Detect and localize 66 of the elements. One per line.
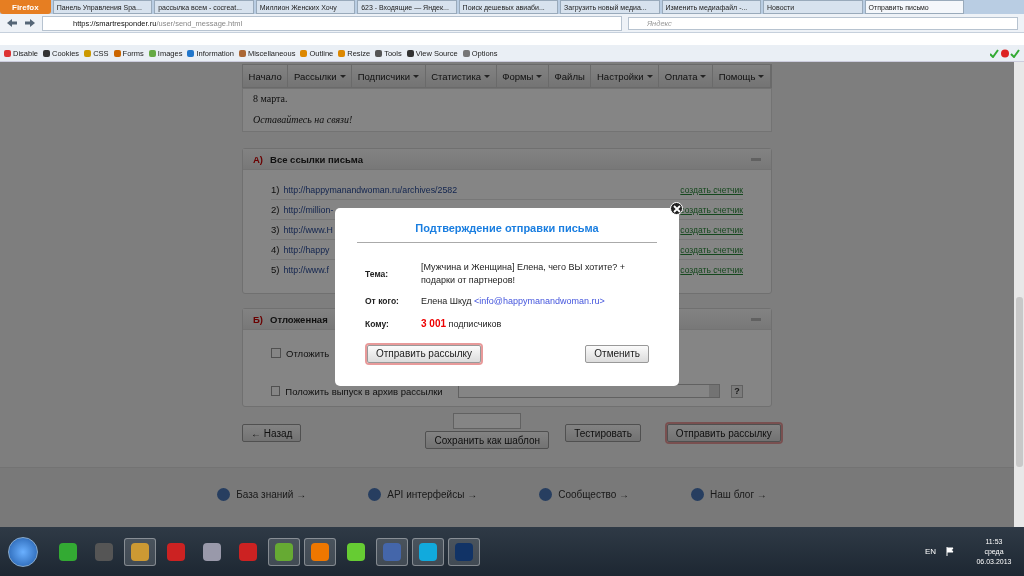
back-forward-icon[interactable] [6, 18, 36, 28]
section-title: Отложенная [270, 313, 328, 325]
link-url[interactable]: http://www.f [283, 264, 329, 275]
section-letter: А) [253, 153, 264, 165]
field-label: Тема: [365, 268, 390, 279]
nav-item[interactable]: Статистика [425, 65, 497, 87]
nav-item[interactable]: Настройки [591, 65, 660, 87]
footer-link[interactable]: Наш блог → [710, 488, 767, 500]
taskbar-app-icon[interactable] [304, 537, 336, 566]
scrollbar[interactable] [1014, 62, 1024, 527]
nav-item[interactable]: Помощь [713, 65, 771, 87]
nav-item[interactable]: Оплата [659, 65, 714, 87]
link-number: 5) [271, 264, 280, 275]
footer-icon [217, 487, 231, 501]
link-url[interactable]: http://happy [283, 244, 330, 255]
subject-text: [Мужчина и Женщина] Елена, чего ВЫ хотите? + подарки от партнеров! [421, 261, 627, 287]
checkbox[interactable] [271, 348, 281, 358]
link-url[interactable]: http://million- [283, 204, 334, 215]
link-number: 4) [271, 244, 280, 255]
message-text: Оставайтесь на связи! [253, 114, 354, 125]
footer-icon [539, 487, 553, 501]
taskbar-app-icon[interactable] [376, 537, 408, 566]
taskbar-app-icon[interactable] [412, 537, 444, 566]
template-name-field[interactable] [453, 413, 522, 429]
nav-item[interactable]: Файлы [549, 65, 592, 87]
link-number: 3) [271, 224, 280, 235]
start-button[interactable] [8, 536, 38, 567]
nav-item[interactable]: Формы [496, 65, 549, 87]
status-icons-drawing [990, 48, 1020, 58]
link-url[interactable]: http://www.H [283, 224, 333, 235]
footer-icon [691, 487, 705, 501]
footer-link[interactable]: API интерфейсы → [387, 488, 478, 500]
sender-name: Елена Шкуд [421, 296, 472, 307]
field-label: Кому: [365, 318, 390, 329]
test-button[interactable]: Тестировать [565, 424, 641, 442]
nav-item[interactable]: Рассылки [288, 65, 353, 87]
nav-item[interactable]: Начало [243, 65, 289, 87]
link-number: 1) [271, 184, 280, 195]
link-number: 2) [271, 204, 280, 215]
message-text: 8 марта. [253, 93, 289, 104]
link-url[interactable]: http://happymanandwoman.ru/archives/2582 [283, 184, 458, 195]
field-label: От кого: [365, 296, 400, 307]
taskbar-app-icon[interactable] [124, 537, 156, 566]
cancel-button[interactable]: Отменить [585, 344, 649, 363]
section-letter: Б) [253, 313, 263, 325]
back-button[interactable]: ← Назад [242, 424, 302, 442]
section-title: Все ссылки письма [270, 153, 363, 165]
recipient-count: 3 001 [421, 317, 447, 329]
sender-email[interactable]: <info@happymanandwoman.ru> [474, 296, 605, 307]
dialog-title: Подтверждение отправки письма [357, 222, 657, 243]
footer-link[interactable]: Сообщество → [558, 488, 630, 500]
option-label: Отложить [286, 347, 330, 359]
option-label: Положить выпуск в архив рассылки [285, 385, 443, 397]
send-button[interactable]: Отправить рассылку [367, 344, 481, 363]
footer-icon [368, 487, 382, 501]
recipient-unit: подписчиков [448, 318, 502, 329]
language-indicator[interactable]: EN [924, 547, 936, 556]
taskbar-app-icon[interactable] [268, 537, 300, 566]
nav-item[interactable]: Подписчики [352, 65, 426, 87]
flag-icon[interactable] [946, 547, 954, 556]
save-template-button[interactable]: Сохранить как шаблон [425, 431, 550, 449]
checkbox[interactable] [271, 386, 281, 396]
taskbar-app-icon[interactable] [448, 537, 480, 566]
footer-link[interactable]: База знаний → [236, 488, 307, 500]
help-button[interactable]: ? [730, 384, 743, 398]
send-button[interactable]: Отправить рассылку [666, 424, 781, 442]
